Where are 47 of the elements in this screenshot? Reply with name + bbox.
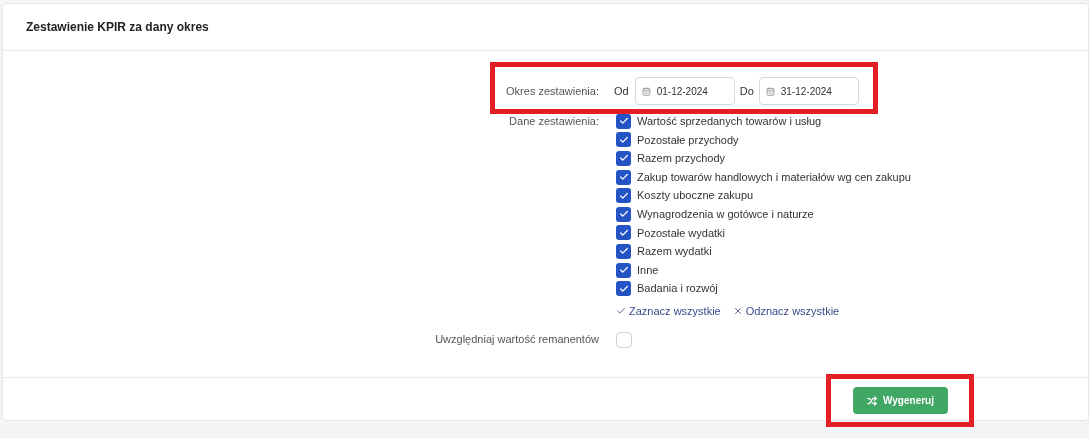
- date-value: 31-12-2024: [780, 84, 832, 99]
- option-label: Pozostałe wydatki: [637, 225, 726, 241]
- check-icon: [618, 153, 629, 164]
- option-label: Pozostałe przychody: [637, 132, 739, 148]
- close-icon: [732, 306, 743, 317]
- option-label: Razem przychody: [637, 151, 726, 167]
- checkbox[interactable]: [616, 281, 631, 297]
- check-icon: [618, 134, 629, 145]
- checkbox[interactable]: [616, 132, 631, 148]
- option-label: Zakup towarów handlowych i materiałów wg cen zakupu: [637, 169, 911, 185]
- option-label: Wartość sprzedanych towarów i usług: [637, 114, 822, 130]
- option-label: Razem wydatki: [637, 244, 712, 260]
- date-value: 01-12-2024: [656, 84, 708, 99]
- field-label: Uwzględniaj wartość remanentów: [435, 333, 599, 346]
- checkbox[interactable]: [616, 169, 631, 185]
- check-icon: [618, 116, 629, 127]
- field-label: Okres zestawienia:: [506, 84, 599, 97]
- date-field[interactable]: 01-12-2024: [634, 77, 735, 105]
- checkbox[interactable]: [616, 243, 631, 259]
- option-label: Inne: [637, 262, 659, 278]
- check-icon: [618, 209, 629, 220]
- check-icon: [618, 172, 629, 183]
- calendar-icon: [641, 86, 651, 96]
- check-icon: [618, 265, 629, 276]
- calendar-icon: [765, 86, 775, 96]
- from-label: Od: [614, 83, 629, 99]
- option-label: Wynagrodzenia w gotówce i naturze: [637, 207, 814, 222]
- deselect-all-link[interactable]: Odznacz wszystkie: [732, 302, 840, 320]
- option-label: Koszty uboczne zakupu: [637, 188, 754, 204]
- field-label: Dane zestawienia:: [509, 115, 599, 127]
- checkbox[interactable]: [616, 331, 632, 348]
- check-icon: [618, 283, 629, 294]
- check-icon: [618, 190, 629, 201]
- to-label: Do: [739, 83, 754, 99]
- shuffle-icon: [867, 395, 878, 406]
- checkbox[interactable]: [616, 188, 631, 204]
- option-label: Badania i rozwój: [637, 281, 718, 297]
- check-icon: [616, 306, 626, 317]
- checkbox[interactable]: [616, 262, 631, 278]
- date-field[interactable]: 31-12-2024: [758, 77, 859, 105]
- select-all-link[interactable]: Zaznacz wszystkie: [616, 302, 721, 320]
- card-title: Zestawienie KPIR za dany okres: [26, 19, 209, 36]
- check-icon: [618, 246, 629, 257]
- checkbox[interactable]: [616, 206, 631, 222]
- checkbox[interactable]: [616, 225, 631, 241]
- check-icon: [618, 227, 629, 238]
- checkbox[interactable]: [616, 151, 631, 166]
